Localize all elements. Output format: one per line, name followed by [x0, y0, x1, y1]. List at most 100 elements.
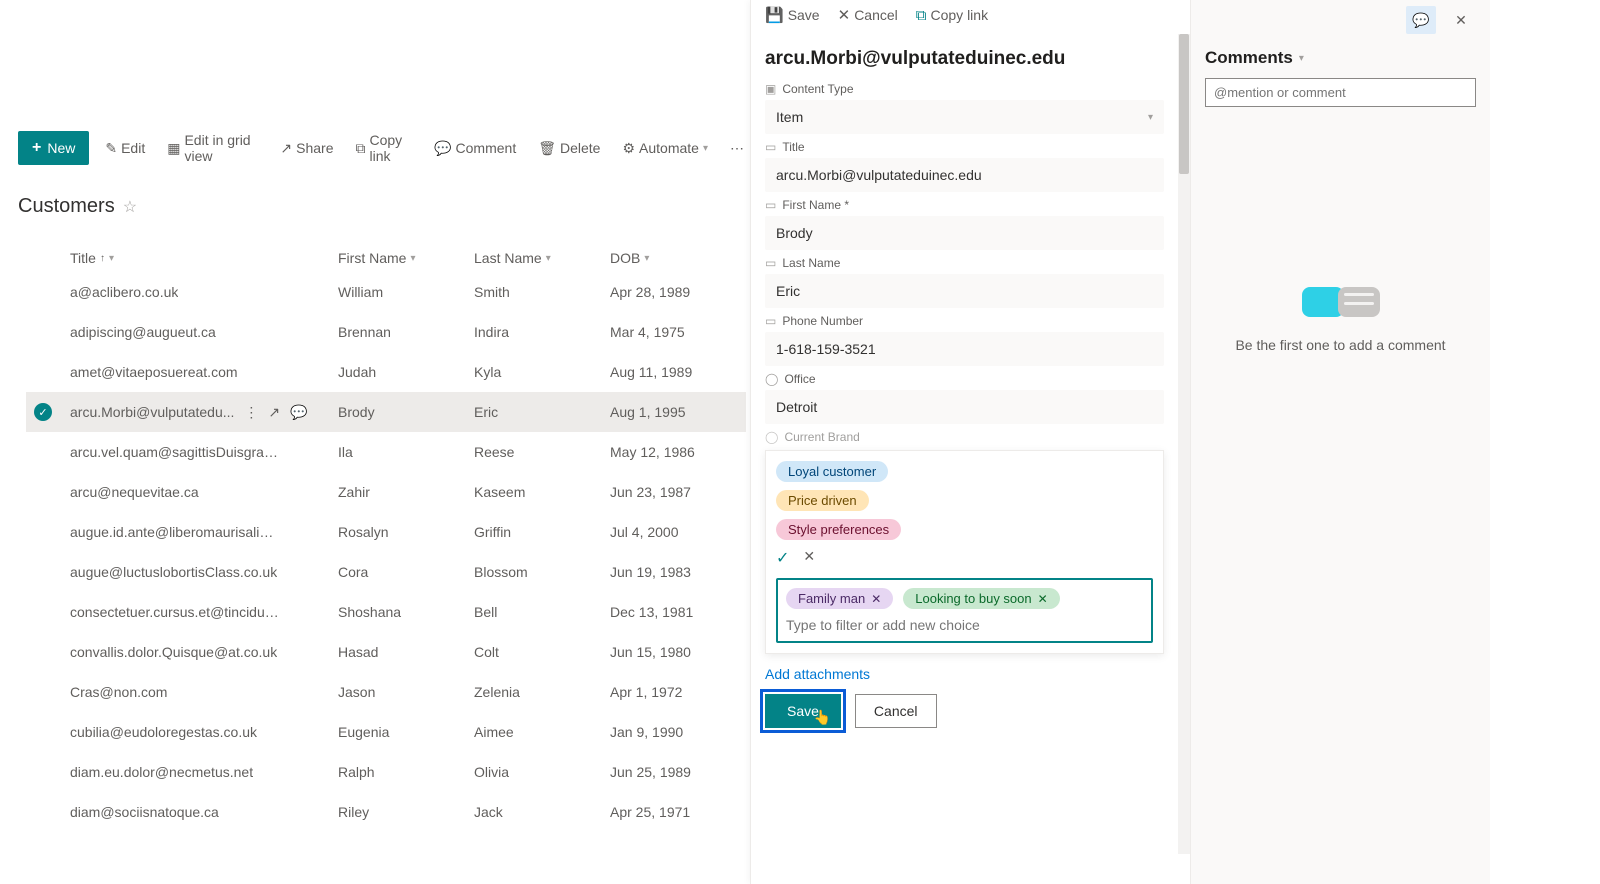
row-title-cell[interactable]: augue@luctuslobortisClass.co.uk [70, 564, 277, 580]
content-type-select[interactable]: Item▾ [765, 100, 1164, 134]
table-row[interactable]: Cras@non.com⋮↗💬JasonZeleniaApr 1, 1972 [26, 672, 746, 712]
table-row[interactable]: ✓arcu.Morbi@vulputatedu...⋮↗💬BrodyEricAu… [26, 392, 746, 432]
row-title-cell[interactable]: a@aclibero.co.uk [70, 284, 178, 300]
link-icon: ⧉ [916, 7, 927, 24]
favorite-star-icon[interactable]: ☆ [123, 197, 137, 217]
form-cancel-button[interactable]: Cancel [855, 694, 937, 728]
form-save-button[interactable]: Save👆 [765, 694, 841, 728]
delete-button[interactable]: 🗑Delete [532, 136, 606, 161]
edit-button[interactable]: ✎Edit [99, 136, 151, 161]
edit-grid-button[interactable]: ▦Edit in grid view [161, 128, 264, 168]
row-title-cell[interactable]: cubilia@eudoloregestas.co.uk [70, 724, 257, 740]
row-title-cell[interactable]: diam@sociisnatoque.ca [70, 804, 219, 820]
choice-option-price[interactable]: Price driven [776, 490, 869, 511]
link-icon: ⧉ [355, 140, 365, 157]
tag-filter-input[interactable] [786, 617, 1143, 633]
row-dob-cell: Jun 19, 1983 [610, 564, 730, 580]
table-row[interactable]: convallis.dolor.Quisque@at.co.uk⋮↗💬Hasad… [26, 632, 746, 672]
row-checkmark-icon[interactable]: ✓ [34, 403, 52, 421]
text-field-icon: ▭ [765, 314, 776, 328]
row-last-name-cell: Reese [474, 444, 610, 460]
panel-save-button[interactable]: 💾Save [765, 6, 820, 24]
column-first-name[interactable]: First Name▾ [338, 250, 474, 266]
row-title-cell[interactable]: consectetuer.cursus.et@tinciduntDonec.co… [70, 604, 280, 620]
row-first-name-cell: Eugenia [338, 724, 474, 740]
text-field-icon: ▭ [765, 140, 776, 154]
column-last-name[interactable]: Last Name▾ [474, 250, 610, 266]
panel-scrollbar[interactable] [1178, 34, 1190, 854]
table-row[interactable]: arcu@nequevitae.ca⋮↗💬ZahirKaseemJun 23, … [26, 472, 746, 512]
table-row[interactable]: augue.id.ante@liberomaurisaliquam.co.uk⋮… [26, 512, 746, 552]
toggle-comments-button[interactable]: 💬 [1406, 6, 1436, 34]
row-title-cell[interactable]: diam.eu.dolor@necmetus.net [70, 764, 253, 780]
table-row[interactable]: arcu.vel.quam@sagittisDuisgravida.com⋮↗💬… [26, 432, 746, 472]
row-title-cell[interactable]: arcu.vel.quam@sagittisDuisgravida.com [70, 444, 280, 460]
tag-looking-to-buy[interactable]: Looking to buy soon✕ [903, 588, 1059, 609]
tag-editor[interactable]: Family man✕ Looking to buy soon✕ [776, 578, 1153, 643]
row-last-name-cell: Jack [474, 804, 610, 820]
row-more-icon[interactable]: ⋮ [244, 404, 258, 421]
comment-button[interactable]: 💬Comment [428, 136, 522, 161]
row-dob-cell: Jun 23, 1987 [610, 484, 730, 500]
comment-input[interactable] [1205, 78, 1476, 107]
remove-tag-icon[interactable]: ✕ [871, 592, 881, 606]
scroll-thumb[interactable] [1179, 34, 1189, 174]
choice-icon: ◯ [765, 372, 778, 386]
phone-input[interactable]: 1-618-159-3521 [765, 332, 1164, 366]
row-dob-cell: Jun 15, 1980 [610, 644, 730, 660]
row-last-name-cell: Colt [474, 644, 610, 660]
table-row[interactable]: cubilia@eudoloregestas.co.uk⋮↗💬EugeniaAi… [26, 712, 746, 752]
office-input[interactable]: Detroit [765, 390, 1164, 424]
table-row[interactable]: diam.eu.dolor@necmetus.net⋮↗💬RalphOlivia… [26, 752, 746, 792]
last-name-input[interactable]: Eric [765, 274, 1164, 308]
row-title-cell[interactable]: convallis.dolor.Quisque@at.co.uk [70, 644, 277, 660]
table-row[interactable]: adipiscing@augueut.ca⋮↗💬BrennanIndiraMar… [26, 312, 746, 352]
chevron-down-icon: ▾ [1148, 112, 1153, 123]
row-last-name-cell: Zelenia [474, 684, 610, 700]
row-title-cell[interactable]: adipiscing@augueut.ca [70, 324, 216, 340]
copylink-button[interactable]: ⧉Copy link [349, 128, 418, 168]
title-input[interactable]: arcu.Morbi@vulputateduinec.edu [765, 158, 1164, 192]
row-dob-cell: Jan 9, 1990 [610, 724, 730, 740]
row-title-cell[interactable]: augue.id.ante@liberomaurisaliquam.co.uk [70, 524, 280, 540]
panel-cancel-button[interactable]: ✕Cancel [838, 6, 898, 24]
remove-tag-icon[interactable]: ✕ [1038, 592, 1048, 606]
tag-family-man[interactable]: Family man✕ [786, 588, 893, 609]
table-row[interactable]: augue@luctuslobortisClass.co.uk⋮↗💬CoraBl… [26, 552, 746, 592]
grid-icon: ▦ [167, 140, 180, 157]
first-name-input[interactable]: Brody [765, 216, 1164, 250]
chevron-down-icon[interactable]: ▾ [1299, 53, 1304, 64]
row-comment-icon[interactable]: 💬 [290, 404, 307, 421]
table-row[interactable]: consectetuer.cursus.et@tinciduntDonec.co… [26, 592, 746, 632]
automate-button[interactable]: ⚙Automate▾ [616, 136, 714, 161]
choice-confirm-icon[interactable]: ✓ [776, 548, 789, 568]
choice-cancel-icon[interactable]: ✕ [803, 548, 815, 568]
row-title-cell[interactable]: amet@vitaeposuereat.com [70, 364, 238, 380]
table-row[interactable]: amet@vitaeposuereat.com⋮↗💬JudahKylaAug 1… [26, 352, 746, 392]
close-panel-button[interactable]: ✕ [1446, 6, 1476, 34]
table-row[interactable]: diam@sociisnatoque.ca⋮↗💬RileyJackApr 25,… [26, 792, 746, 832]
content-type-icon: ▣ [765, 82, 776, 96]
save-icon: 💾 [765, 6, 784, 24]
row-first-name-cell: Ila [338, 444, 474, 460]
add-attachments-link[interactable]: Add attachments [765, 666, 1164, 682]
row-title-cell[interactable]: arcu.Morbi@vulputatedu... [70, 404, 234, 420]
new-button[interactable]: +New [18, 131, 89, 165]
choice-option-loyal[interactable]: Loyal customer [776, 461, 888, 482]
share-icon: ↗ [280, 140, 292, 157]
share-button[interactable]: ↗Share [274, 136, 339, 161]
choice-icon: ◯ [765, 430, 778, 444]
panel-copylink-button[interactable]: ⧉Copy link [916, 7, 988, 24]
row-title-cell[interactable]: Cras@non.com [70, 684, 167, 700]
more-button[interactable]: ⋯ [724, 136, 750, 161]
comments-title: Comments [1205, 48, 1293, 68]
empty-comments-icon [1205, 287, 1476, 317]
choice-option-style[interactable]: Style preferences [776, 519, 901, 540]
table-row[interactable]: a@aclibero.co.uk⋮↗💬WilliamSmithApr 28, 1… [26, 272, 746, 312]
panel-toolbar: 💾Save ✕Cancel ⧉Copy link [751, 0, 1190, 30]
row-title-cell[interactable]: arcu@nequevitae.ca [70, 484, 199, 500]
column-dob[interactable]: DOB▾ [610, 250, 730, 266]
row-share-icon[interactable]: ↗ [268, 404, 280, 421]
column-title[interactable]: Title↑▾ [70, 250, 338, 266]
row-first-name-cell: Rosalyn [338, 524, 474, 540]
